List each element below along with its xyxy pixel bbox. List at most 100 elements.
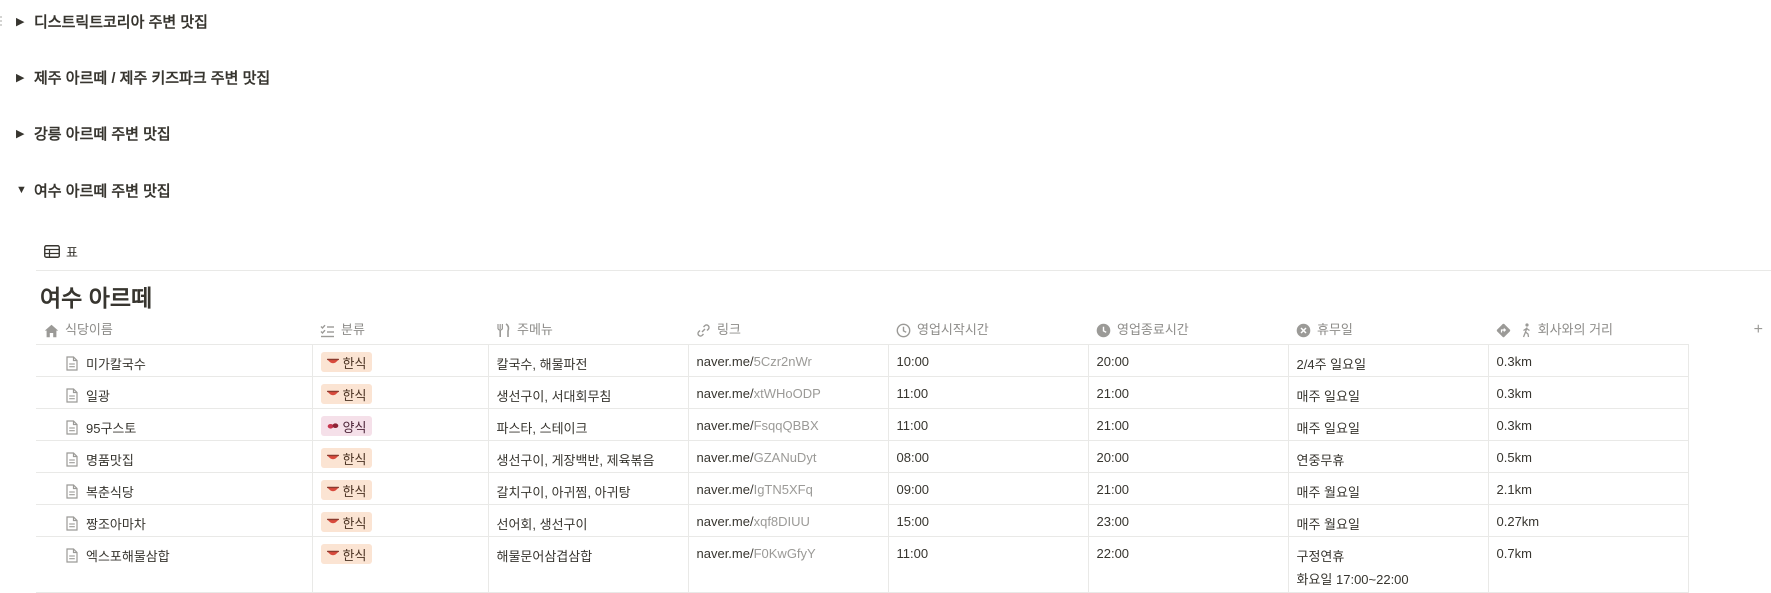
link-host[interactable]: naver.me/	[697, 450, 754, 465]
cell-open-time[interactable]: 10:00	[888, 344, 1089, 377]
cell-name[interactable]: 복춘식당	[36, 472, 313, 505]
cell-close-time[interactable]: 21:00	[1088, 376, 1289, 409]
link-host[interactable]: naver.me/	[697, 482, 754, 497]
restaurant-name[interactable]: 짱조아마차	[86, 514, 146, 533]
cell-open-time[interactable]: 15:00	[888, 504, 1089, 537]
toggle-district-korea[interactable]: ▶ 디스트릭트코리아 주변 맛집	[16, 7, 208, 35]
link-host[interactable]: naver.me/	[697, 354, 754, 369]
cell-distance[interactable]: 2.1km	[1488, 472, 1689, 505]
cell-category[interactable]: 양식	[312, 408, 489, 441]
cell-link[interactable]: naver.me/xqf8DIUU	[688, 504, 889, 537]
link-host[interactable]: naver.me/	[697, 514, 754, 529]
cell-close-time[interactable]: 23:00	[1088, 504, 1289, 537]
cell-name[interactable]: 짱조아마차	[36, 504, 313, 537]
column-header-open-time[interactable]: 영업시작시간	[888, 313, 1088, 345]
link-path[interactable]: 5Czr2nWr	[754, 354, 812, 369]
cell-distance[interactable]: 0.3km	[1488, 376, 1689, 409]
toggle-yeosu[interactable]: ▼ 여수 아르떼 주변 맛집	[16, 176, 171, 204]
link-path[interactable]: xqf8DIUU	[754, 514, 810, 529]
cell-holiday[interactable]: 매주 일요일	[1288, 408, 1489, 441]
link-host[interactable]: naver.me/	[697, 386, 754, 401]
cell-open-time[interactable]: 09:00	[888, 472, 1089, 505]
cell-category[interactable]: 한식	[312, 440, 489, 473]
cell-open-time[interactable]: 11:00	[888, 408, 1089, 441]
cell-distance[interactable]: 0.7km	[1488, 536, 1689, 593]
column-header-close-time[interactable]: 영업종료시간	[1088, 313, 1288, 345]
cell-name[interactable]: 95구스토	[36, 408, 313, 441]
restaurant-name[interactable]: 명품맛집	[86, 450, 134, 469]
category-tag[interactable]: 한식	[320, 448, 373, 468]
cell-name[interactable]: 엑스포해물삼합	[36, 536, 313, 593]
restaurant-name[interactable]: 미가칼국수	[86, 354, 146, 373]
cell-link[interactable]: naver.me/IgTN5XFq	[688, 472, 889, 505]
cell-menu[interactable]: 선어회, 생선구이	[488, 504, 689, 537]
cell-name[interactable]: 미가칼국수	[36, 344, 313, 377]
column-header-name[interactable]: 식당이름	[36, 313, 312, 345]
view-tab-table[interactable]: 표	[44, 241, 78, 261]
toggle-triangle-right-icon[interactable]: ▶	[16, 71, 34, 84]
cell-name[interactable]: 명품맛집	[36, 440, 313, 473]
cell-name[interactable]: 일광	[36, 376, 313, 409]
cell-menu[interactable]: 생선구이, 게장백반, 제육볶음	[488, 440, 689, 473]
cell-close-time[interactable]: 21:00	[1088, 408, 1289, 441]
toggle-triangle-right-icon[interactable]: ▶	[16, 127, 34, 140]
category-tag[interactable]: 양식	[320, 416, 373, 436]
cell-menu[interactable]: 파스타, 스테이크	[488, 408, 689, 441]
category-tag[interactable]: 한식	[320, 512, 373, 532]
toggle-triangle-down-icon[interactable]: ▼	[16, 184, 34, 196]
cell-open-time[interactable]: 11:00	[888, 376, 1089, 409]
link-path[interactable]: IgTN5XFq	[754, 482, 813, 497]
category-tag[interactable]: 한식	[320, 480, 373, 500]
cell-open-time[interactable]: 11:00	[888, 536, 1089, 593]
cell-link[interactable]: naver.me/5Czr2nWr	[688, 344, 889, 377]
column-header-menu[interactable]: 주메뉴	[488, 313, 688, 345]
link-path[interactable]: GZANuDyt	[754, 450, 817, 465]
cell-menu[interactable]: 생선구이, 서대회무침	[488, 376, 689, 409]
cell-holiday[interactable]: 매주 월요일	[1288, 472, 1489, 505]
cell-distance[interactable]: 0.5km	[1488, 440, 1689, 473]
link-host[interactable]: naver.me/	[697, 418, 754, 433]
cell-menu[interactable]: 갈치구이, 아귀찜, 아귀탕	[488, 472, 689, 505]
link-host[interactable]: naver.me/	[697, 546, 754, 561]
cell-distance[interactable]: 0.3km	[1488, 344, 1689, 377]
cell-category[interactable]: 한식	[312, 536, 489, 593]
category-tag[interactable]: 한식	[320, 544, 373, 564]
table-row[interactable]: 95구스토 양식 파스타, 스테이크 naver.me/FsqqQBBX 11:00 21…	[36, 408, 1689, 441]
drag-handle-icon[interactable]	[0, 14, 6, 26]
link-path[interactable]: FsqqQBBX	[754, 418, 819, 433]
cell-close-time[interactable]: 20:00	[1088, 440, 1289, 473]
database-title[interactable]: 여수 아르떼	[40, 279, 152, 313]
cell-category[interactable]: 한식	[312, 376, 489, 409]
cell-holiday[interactable]: 연중무휴	[1288, 440, 1489, 473]
table-row[interactable]: 일광 한식 생선구이, 서대회무침 naver.me/xtWHoODP 11:00 21:…	[36, 376, 1689, 409]
cell-link[interactable]: naver.me/GZANuDyt	[688, 440, 889, 473]
cell-close-time[interactable]: 21:00	[1088, 472, 1289, 505]
restaurant-name[interactable]: 95구스토	[86, 418, 136, 437]
cell-menu[interactable]: 칼국수, 해물파전	[488, 344, 689, 377]
restaurant-name[interactable]: 엑스포해물삼합	[86, 546, 170, 565]
column-header-link[interactable]: 링크	[688, 313, 888, 345]
toggle-gangneung[interactable]: ▶ 강릉 아르떼 주변 맛집	[16, 119, 171, 147]
cell-category[interactable]: 한식	[312, 472, 489, 505]
toggle-jeju[interactable]: ▶ 제주 아르떼 / 제주 키즈파크 주변 맛집	[16, 63, 270, 91]
link-path[interactable]: F0KwGfyY	[754, 546, 816, 561]
cell-link[interactable]: naver.me/F0KwGfyY	[688, 536, 889, 593]
add-column-button[interactable]: +	[1754, 321, 1763, 339]
category-tag[interactable]: 한식	[320, 352, 373, 372]
cell-menu[interactable]: 해물문어삼겹삼합	[488, 536, 689, 593]
cell-holiday[interactable]: 2/4주 일요일	[1288, 344, 1489, 377]
column-header-category[interactable]: 분류	[312, 313, 488, 345]
table-row[interactable]: 짱조아마차 한식 선어회, 생선구이 naver.me/xqf8DIUU 15:00 23…	[36, 504, 1689, 537]
cell-category[interactable]: 한식	[312, 504, 489, 537]
toggle-triangle-right-icon[interactable]: ▶	[16, 15, 34, 28]
table-row[interactable]: 엑스포해물삼합 한식 해물문어삼겹삼합 naver.me/F0KwGfyY 11:00 2…	[36, 536, 1689, 593]
link-path[interactable]: xtWHoODP	[754, 386, 821, 401]
cell-holiday[interactable]: 매주 월요일	[1288, 504, 1489, 537]
cell-distance[interactable]: 0.3km	[1488, 408, 1689, 441]
cell-close-time[interactable]: 20:00	[1088, 344, 1289, 377]
category-tag[interactable]: 한식	[320, 384, 373, 404]
column-header-distance[interactable]: 회사와의 거리	[1488, 313, 1688, 345]
cell-distance[interactable]: 0.27km	[1488, 504, 1689, 537]
cell-link[interactable]: naver.me/FsqqQBBX	[688, 408, 889, 441]
cell-link[interactable]: naver.me/xtWHoODP	[688, 376, 889, 409]
